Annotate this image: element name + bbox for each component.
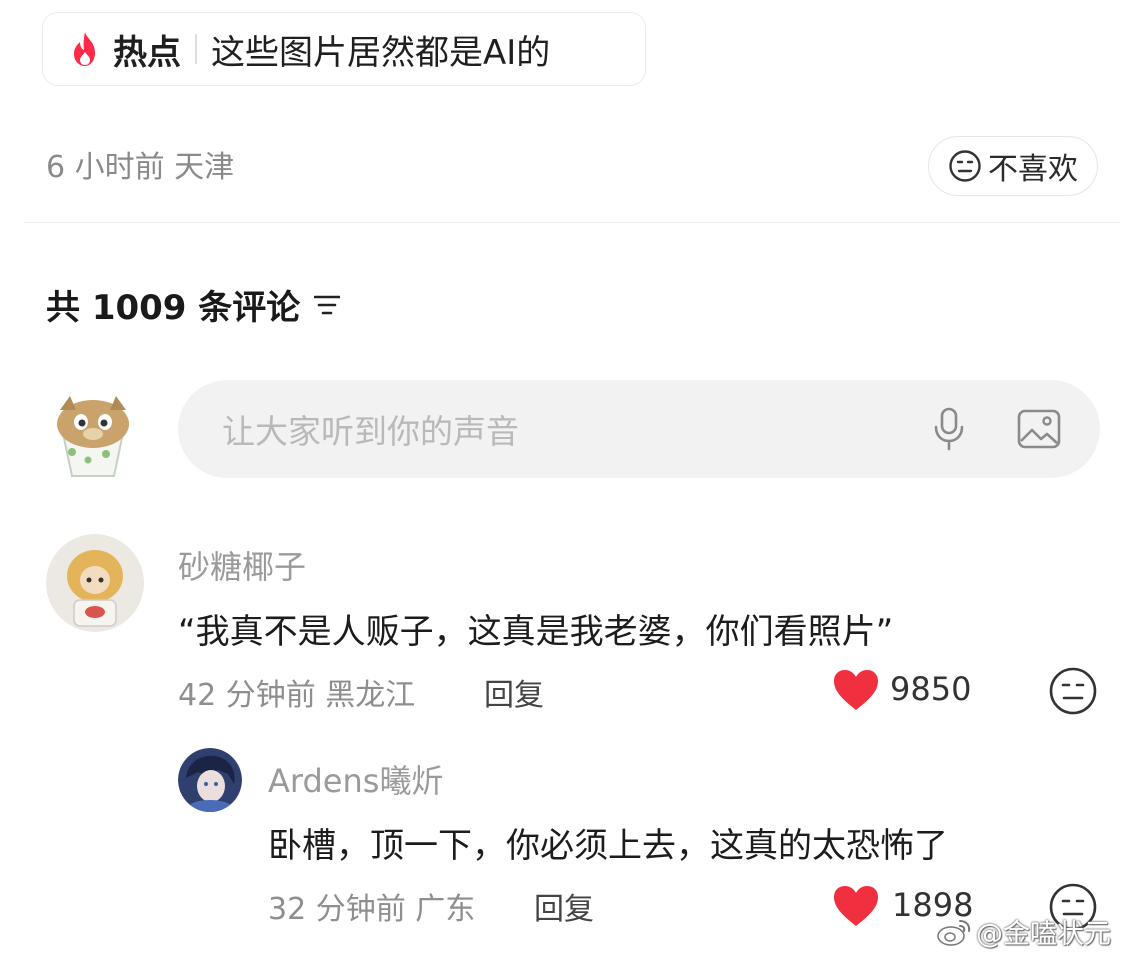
like-count: 9850 — [890, 670, 972, 708]
reply-username[interactable]: Ardens曦炘 — [268, 756, 443, 802]
weibo-logo-icon — [936, 917, 972, 947]
post-meta: 6 小时前 天津 — [46, 150, 235, 185]
comment-username[interactable]: 砂糖椰子 — [178, 542, 306, 588]
hot-topic-pill[interactable]: 热点 这些图片居然都是AI的 — [42, 12, 646, 86]
sort-lines-icon[interactable] — [314, 294, 341, 316]
reply-button[interactable]: 回复 — [484, 670, 544, 714]
meh-face-icon — [948, 149, 982, 183]
image-icon[interactable] — [1016, 406, 1062, 452]
reply-text: 卧槽，顶一下，你必须上去，这真的太恐怖了 — [268, 826, 948, 866]
comment-input[interactable]: 让大家听到你的声音 — [178, 380, 1100, 478]
flame-icon — [67, 29, 103, 69]
reply-meta: 32 分钟前 广东 — [268, 892, 476, 927]
comment-count-header[interactable]: 共 1009 条评论 — [46, 280, 341, 329]
meh-face-icon[interactable] — [1048, 666, 1098, 716]
hot-topic-title: 这些图片居然都是AI的 — [211, 32, 551, 73]
dislike-button[interactable]: 不喜欢 — [928, 136, 1098, 196]
reply-button[interactable]: 回复 — [534, 884, 594, 928]
pill-divider — [195, 34, 197, 64]
my-avatar[interactable] — [44, 380, 142, 478]
heart-icon[interactable] — [832, 668, 880, 712]
dislike-label: 不喜欢 — [988, 152, 1078, 187]
microphone-icon[interactable] — [926, 406, 972, 452]
watermark: @金嗑状元 — [936, 912, 1111, 951]
comment-meta: 42 分钟前 黑龙江 — [178, 678, 416, 713]
comment-input-placeholder: 让大家听到你的声音 — [222, 412, 519, 451]
comment-text: “我真不是人贩子，这真是我老婆，你们看照片” — [178, 612, 894, 652]
comment-count-label: 共 1009 条评论 — [46, 288, 301, 328]
avatar[interactable] — [46, 534, 144, 632]
heart-icon[interactable] — [832, 884, 880, 928]
section-divider — [24, 222, 1120, 223]
watermark-text: @金嗑状元 — [976, 919, 1111, 950]
avatar[interactable] — [178, 748, 242, 812]
hot-label: 热点 — [113, 32, 181, 73]
